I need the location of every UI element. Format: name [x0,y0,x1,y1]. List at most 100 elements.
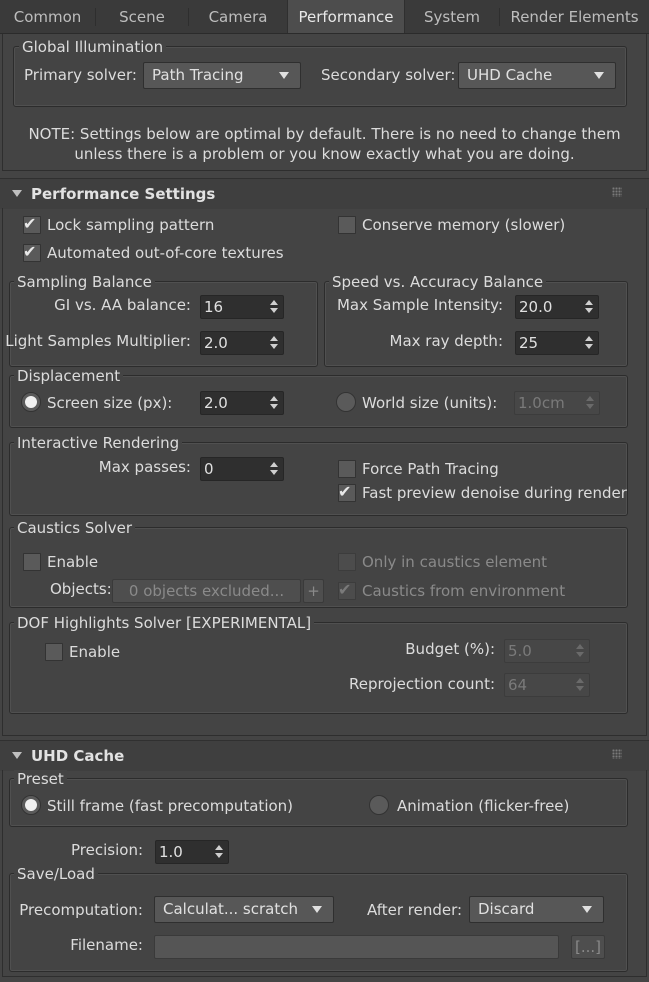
still-frame-radio[interactable] [21,795,41,815]
tab-scene[interactable]: Scene [96,0,188,33]
filename-input[interactable] [154,935,559,959]
caustics-env-checkbox[interactable]: ✔ [338,580,356,600]
gi-aa-value: 16 [204,298,224,316]
reprojection-spinner[interactable]: 64 [504,673,590,697]
fast-preview-label: Fast preview denoise during render [362,484,627,502]
precomputation-label: Precomputation: [19,901,143,919]
out-of-core-checkbox[interactable]: ✔ [23,242,41,262]
check-icon: ✔ [23,214,37,233]
spin-up-icon[interactable] [215,845,223,850]
precomputation-dropdown[interactable]: Calculat... scratch [154,896,334,923]
primary-solver-label: Primary solver: [24,66,137,84]
spin-up-icon[interactable] [576,644,584,649]
screen-size-spinner[interactable]: 2.0 [200,391,284,415]
only-caustics-checkbox[interactable] [338,553,356,571]
tab-render-elements[interactable]: Render Elements [500,0,649,33]
spin-down-icon[interactable] [585,308,593,313]
reprojection-label: Reprojection count: [348,675,495,693]
max-passes-spinner[interactable]: 0 [200,457,284,481]
precomputation-value: Calculat... scratch [163,900,298,918]
world-size-spinner[interactable]: 1.0cm [514,391,600,415]
secondary-solver-label: Secondary solver: [321,66,456,84]
dof-highlights-group [9,622,628,714]
out-of-core-label: Automated out-of-core textures [47,244,284,262]
screen-size-value: 2.0 [204,394,228,412]
conserve-memory-checkbox[interactable] [338,216,356,234]
save-load-title: Save/Load [14,865,98,883]
tab-camera[interactable]: Camera [189,0,287,33]
spin-down-icon[interactable] [586,404,594,409]
spin-down-icon[interactable] [576,652,584,657]
spin-down-icon[interactable] [585,344,593,349]
caustics-env-label: Caustics from environment [362,582,566,600]
screen-size-radio[interactable] [21,392,41,412]
uhd-cache-rollout-header[interactable]: UHD Cache [0,740,649,771]
max-intensity-spinner[interactable]: 20.0 [515,295,599,319]
dof-enable-label: Enable [69,643,121,661]
add-object-button[interactable]: + [303,579,324,603]
world-size-radio[interactable] [336,392,356,412]
budget-spinner[interactable]: 5.0 [504,639,590,663]
tab-performance[interactable]: Performance [287,0,405,33]
after-render-dropdown[interactable]: Discard [469,896,604,923]
sampling-balance-title: Sampling Balance [14,273,155,291]
budget-label: Budget (%): [405,640,495,658]
fast-preview-checkbox[interactable]: ✔ [338,482,356,502]
objects-excluded-button[interactable]: 0 objects excluded... [112,579,301,603]
max-ray-depth-spinner[interactable]: 25 [515,331,599,355]
lock-sampling-checkbox[interactable]: ✔ [23,214,41,234]
spin-up-icon[interactable] [586,396,594,401]
world-size-value: 1.0cm [518,394,565,412]
dof-enable-checkbox[interactable] [45,643,63,661]
still-frame-label: Still frame (fast precomputation) [47,797,294,815]
speed-accuracy-title: Speed vs. Accuracy Balance [329,273,547,291]
max-intensity-label: Max Sample Intensity: [336,296,503,314]
performance-settings-rollout-header[interactable]: Performance Settings [0,178,649,209]
spin-down-icon[interactable] [576,686,584,691]
animation-label: Animation (flicker-free) [397,797,570,815]
collapse-triangle-icon [12,752,22,759]
tab-common[interactable]: Common [0,0,95,33]
spin-up-icon[interactable] [270,300,278,305]
after-render-value: Discard [478,900,535,918]
force-path-tracing-checkbox[interactable] [338,460,356,478]
spin-down-icon[interactable] [270,470,278,475]
spin-up-icon[interactable] [576,678,584,683]
secondary-solver-dropdown[interactable]: UHD Cache [458,62,616,89]
spin-down-icon[interactable] [270,344,278,349]
grip-icon[interactable] [612,187,622,197]
uhd-cache-title: UHD Cache [31,747,125,765]
spin-up-icon[interactable] [270,396,278,401]
light-mult-spinner[interactable]: 2.0 [200,331,284,355]
filename-label: Filename: [70,936,143,954]
grip-icon[interactable] [612,749,622,759]
preset-title: Preset [14,770,67,788]
chevron-down-icon [594,72,604,79]
caustics-solver-title: Caustics Solver [14,519,136,537]
spin-up-icon[interactable] [585,300,593,305]
chevron-down-icon [279,72,289,79]
gi-aa-spinner[interactable]: 16 [200,295,284,319]
conserve-memory-label: Conserve memory (slower) [362,216,566,234]
interactive-rendering-group [9,442,628,516]
spin-down-icon[interactable] [215,853,223,858]
note-line-2: unless there is a problem or you know ex… [74,145,575,163]
caustics-enable-checkbox[interactable] [23,553,41,571]
precision-spinner[interactable]: 1.0 [155,840,229,864]
precision-label: Precision: [71,841,143,859]
spin-down-icon[interactable] [270,404,278,409]
primary-solver-dropdown[interactable]: Path Tracing [143,62,301,89]
tab-system[interactable]: System [405,0,499,33]
spin-up-icon[interactable] [270,462,278,467]
after-render-label: After render: [367,901,463,919]
spin-down-icon[interactable] [270,308,278,313]
animation-radio[interactable] [369,795,389,815]
chevron-down-icon [312,906,322,913]
browse-button[interactable]: [...] [571,935,605,959]
spin-up-icon[interactable] [585,336,593,341]
chevron-down-icon [582,906,592,913]
spin-up-icon[interactable] [270,336,278,341]
tab-bar: Common Scene Camera Performance System R… [0,0,649,34]
lock-sampling-label: Lock sampling pattern [47,216,215,234]
precision-value: 1.0 [159,843,183,861]
